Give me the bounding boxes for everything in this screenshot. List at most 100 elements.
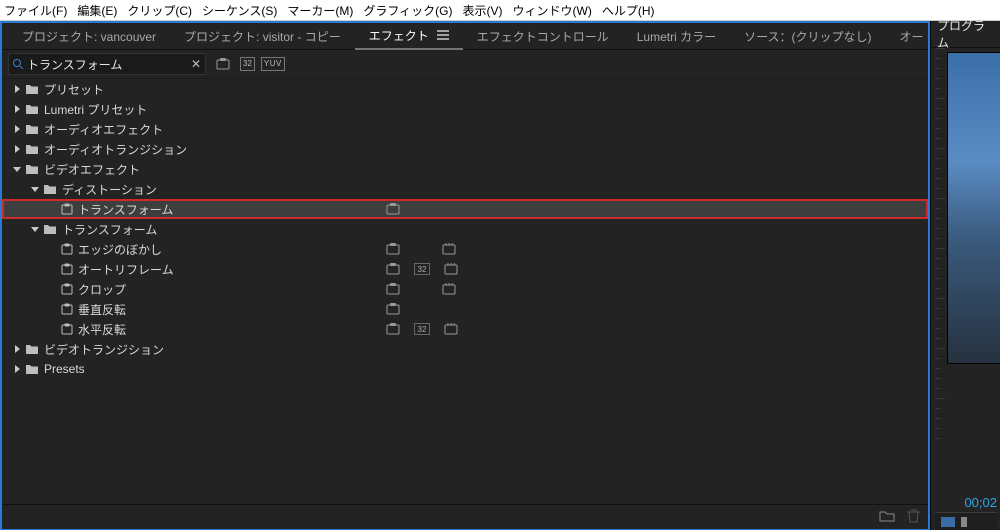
tree-item-label: ディストーション (62, 181, 157, 198)
tab-effects-label: エフェクト (369, 27, 429, 44)
tree-effect[interactable]: 垂直反転 (2, 299, 928, 319)
effect-icon (60, 282, 74, 296)
gpu-icon (442, 243, 456, 255)
effects-search-box[interactable]: ✕ (8, 53, 206, 75)
tab-effects[interactable]: エフェクト (355, 22, 463, 50)
tab-source[interactable]: ソース：(クリップなし) (730, 23, 885, 49)
delete-icon[interactable] (907, 509, 920, 526)
effect-badges: 32 (386, 263, 458, 275)
effect-badges: 32 (386, 323, 458, 335)
effects-panel: プロジェクト: vancouver プロジェクト: visitor - コピー … (0, 21, 930, 530)
tree-folder[interactable]: ビデオエフェクト (2, 159, 928, 179)
tree-folder[interactable]: ディストーション (2, 179, 928, 199)
mini-timeline[interactable] (935, 512, 997, 530)
disclosure-arrow-icon[interactable] (10, 105, 24, 113)
disclosure-arrow-icon[interactable] (28, 185, 42, 193)
effects-search-row: ✕ 32 YUV (2, 50, 928, 79)
tree-folder[interactable]: オーディオエフェクト (2, 119, 928, 139)
panel-menu-icon[interactable] (437, 30, 449, 40)
tree-item-label: トランスフォーム (78, 201, 173, 218)
menu-clip[interactable]: クリップ(C) (127, 2, 192, 19)
yuv-badge[interactable]: YUV (261, 57, 285, 71)
accelerated-icon (386, 203, 400, 215)
tree-item-label: オーディオエフェクト (44, 121, 163, 138)
folder-icon (24, 102, 40, 116)
tree-item-label: Lumetri プリセット (44, 101, 147, 118)
clear-search-icon[interactable]: ✕ (187, 57, 205, 71)
disclosure-arrow-icon[interactable] (10, 345, 24, 353)
tree-item-label: クロップ (78, 281, 126, 298)
tree-folder[interactable]: ビデオトランジション (2, 339, 928, 359)
tree-effect[interactable]: オートリフレーム 32 (2, 259, 928, 279)
tree-item-label: オートリフレーム (78, 261, 174, 278)
menu-edit[interactable]: 編集(E) (77, 2, 117, 19)
accelerated-icon (386, 283, 400, 295)
timecode[interactable]: 00;02 (931, 489, 1000, 512)
disclosure-arrow-icon[interactable] (28, 225, 42, 233)
tab-project-visitor[interactable]: プロジェクト: visitor - コピー (170, 23, 355, 49)
tree-folder[interactable]: トランスフォーム (2, 219, 928, 239)
tab-effect-controls[interactable]: エフェクトコントロール (463, 23, 623, 49)
effects-tree[interactable]: プリセット Lumetri プリセットオーディオエフェクトオーディオトランジション… (2, 79, 928, 504)
tree-item-label: プリセット (44, 81, 104, 98)
effect-badges (386, 303, 400, 315)
menu-window[interactable]: ウィンドウ(W) (513, 2, 592, 19)
effect-badges (386, 243, 456, 255)
menu-bar: ファイル(F) 編集(E) クリップ(C) シーケンス(S) マーカー(M) グ… (0, 0, 1000, 21)
effect-icon (60, 262, 74, 276)
menu-file[interactable]: ファイル(F) (4, 2, 67, 19)
menu-sequence[interactable]: シーケンス(S) (202, 2, 277, 19)
effects-search-input[interactable] (27, 57, 187, 71)
folder-icon (24, 142, 40, 156)
32bit-icon: 32 (414, 323, 430, 335)
workspace: プロジェクト: vancouver プロジェクト: visitor - コピー … (0, 21, 1000, 530)
tab-lumetri[interactable]: Lumetri カラー (623, 23, 730, 49)
disclosure-arrow-icon[interactable] (10, 85, 24, 93)
tree-folder[interactable]: オーディオトランジション (2, 139, 928, 159)
folder-icon (42, 222, 58, 236)
folder-icon (24, 342, 40, 356)
accelerated-effects-icon[interactable] (212, 55, 234, 73)
tree-item-label: オーディオトランジション (44, 141, 187, 158)
32bit-badge[interactable]: 32 (240, 57, 255, 71)
effect-badges (386, 283, 456, 295)
gpu-icon (444, 263, 458, 275)
menu-graphic[interactable]: グラフィック(G) (363, 2, 452, 19)
timeline-segment (961, 517, 967, 527)
new-bin-icon[interactable] (879, 509, 895, 525)
folder-icon (24, 162, 40, 176)
disclosure-arrow-icon[interactable] (10, 125, 24, 133)
effect-icon (60, 242, 74, 256)
menu-view[interactable]: 表示(V) (463, 2, 503, 19)
effects-panel-footer (2, 504, 928, 529)
gpu-icon (442, 283, 456, 295)
tree-effect[interactable]: エッジのぼかし (2, 239, 928, 259)
tree-effect[interactable]: トランスフォーム (2, 199, 928, 219)
tree-folder[interactable]: Lumetri プリセット (2, 99, 928, 119)
tree-item-label: エッジのぼかし (78, 241, 162, 258)
search-icon (9, 58, 27, 70)
tree-effect[interactable]: クロップ (2, 279, 928, 299)
program-monitor: プログラム 00;02 (930, 21, 1000, 530)
effect-icon (60, 322, 74, 336)
accelerated-icon (386, 303, 400, 315)
tree-folder[interactable]: Presets (2, 359, 928, 379)
effect-badges (386, 203, 400, 215)
accelerated-icon (386, 263, 400, 275)
disclosure-arrow-icon[interactable] (10, 365, 24, 373)
tab-project-vancouver[interactable]: プロジェクト: vancouver (8, 23, 170, 49)
menu-help[interactable]: ヘルプ(H) (602, 2, 655, 19)
program-preview (931, 48, 1000, 489)
tree-item-label: ビデオトランジション (44, 341, 164, 358)
program-tab[interactable]: プログラム (931, 21, 1000, 48)
disclosure-arrow-icon[interactable] (10, 145, 24, 153)
effect-icon (60, 302, 74, 316)
tree-item-label: 水平反転 (78, 321, 126, 338)
preview-frame[interactable] (947, 52, 1000, 364)
folder-icon (24, 82, 40, 96)
tree-folder[interactable]: プリセット (2, 79, 928, 99)
disclosure-arrow-icon[interactable] (10, 165, 24, 173)
tree-effect[interactable]: 水平反転 32 (2, 319, 928, 339)
ruler (931, 48, 947, 489)
menu-marker[interactable]: マーカー(M) (287, 2, 353, 19)
